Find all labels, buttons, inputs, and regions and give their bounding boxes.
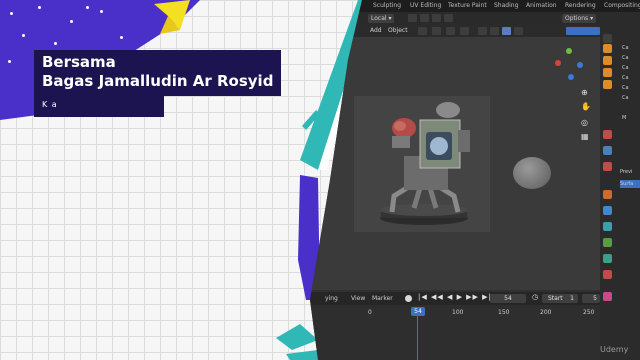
- outliner-row[interactable]: Ca: [622, 74, 640, 82]
- zoom-icon[interactable]: ⊕: [581, 88, 588, 97]
- material-properties-icon[interactable]: [603, 270, 612, 279]
- xray-icon[interactable]: [460, 27, 469, 35]
- preview-panel-label[interactable]: Previ: [620, 168, 640, 176]
- playhead[interactable]: 54: [411, 307, 425, 316]
- surface-panel-label[interactable]: Surfa: [620, 180, 640, 188]
- start-frame-field[interactable]: Start 1: [542, 294, 578, 303]
- playhead-line: [417, 316, 418, 360]
- texture-properties-icon[interactable]: [603, 292, 612, 301]
- end-frame-field[interactable]: 5: [582, 294, 600, 303]
- outliner-filter-icon[interactable]: [603, 34, 612, 43]
- robot-model: [380, 102, 470, 225]
- record-icon[interactable]: [405, 295, 412, 302]
- playback-controls-icons[interactable]: |◀ ◀◀ ◀ ▶ ▶▶ ▶|: [418, 293, 492, 301]
- add-menu[interactable]: Add: [370, 25, 382, 37]
- outliner-row[interactable]: Ca: [622, 64, 640, 72]
- orientation-label: Local: [371, 15, 387, 22]
- outliner-row[interactable]: Ca: [622, 84, 640, 92]
- outliner-row[interactable]: Ca: [622, 54, 640, 62]
- tab-animation[interactable]: Animation: [526, 0, 557, 12]
- mesh-object-icon: [603, 56, 612, 65]
- confetti-dot: [10, 12, 13, 15]
- gizmo-y-axis[interactable]: [566, 48, 572, 54]
- physics-properties-icon[interactable]: [603, 222, 612, 231]
- render-properties-icon[interactable]: [603, 130, 612, 139]
- marker-menu[interactable]: Marker: [372, 293, 393, 304]
- pivot-icon[interactable]: [408, 14, 417, 22]
- options-label: Options: [565, 15, 589, 22]
- gizmo-x-axis[interactable]: [555, 60, 561, 66]
- visibility-icon[interactable]: [418, 27, 427, 35]
- start-value: 1: [570, 295, 574, 302]
- snap-icon[interactable]: [420, 14, 429, 22]
- gizmo-z-axis[interactable]: [577, 62, 583, 68]
- tab-shading[interactable]: Shading: [494, 0, 518, 12]
- outliner-row[interactable]: Ca: [622, 94, 640, 102]
- confetti-dot: [120, 36, 123, 39]
- material-slot-label[interactable]: M: [622, 114, 640, 122]
- confetti-dot: [38, 6, 41, 9]
- tab-sculpting[interactable]: Sculpting: [373, 0, 401, 12]
- options-dropdown[interactable]: Options ▾: [562, 14, 597, 23]
- overlay-icon[interactable]: [446, 27, 455, 35]
- constraint-properties-icon[interactable]: [603, 238, 612, 247]
- shading-solid-icon[interactable]: [490, 27, 499, 35]
- timeline-area[interactable]: [310, 305, 600, 360]
- timeline-tick: 0: [368, 309, 372, 316]
- timeline-tick: 100: [452, 309, 464, 316]
- shading-material-icon[interactable]: [502, 27, 511, 35]
- udemy-watermark: Udemy: [600, 345, 629, 354]
- pan-hand-icon[interactable]: ✋: [581, 102, 591, 111]
- output-properties-icon[interactable]: [603, 146, 612, 155]
- ortho-grid-icon[interactable]: ▦: [581, 132, 589, 141]
- view-menu[interactable]: View: [351, 293, 365, 304]
- video-frame: Bersama Bagas Jamalludin Ar Rosyid K a S…: [0, 0, 640, 360]
- proportional-edit-icon[interactable]: [444, 14, 453, 22]
- confetti-dot: [86, 6, 89, 9]
- title-line-1: Bersama: [42, 53, 116, 71]
- camera-object-icon: [603, 44, 612, 53]
- title-line-2: Bagas Jamalludin Ar Rosyid: [42, 72, 274, 90]
- timeline-tick: 250: [583, 309, 595, 316]
- course-title-box: Bersama Bagas Jamalludin Ar Rosyid: [34, 50, 282, 96]
- data-properties-icon[interactable]: [603, 254, 612, 263]
- render-preview: [354, 96, 490, 232]
- tab-compositing[interactable]: Compositing: [604, 0, 640, 12]
- timeline-tick: 200: [540, 309, 552, 316]
- snap-target-icon[interactable]: [432, 14, 441, 22]
- tab-texture-paint[interactable]: Texture Paint: [448, 0, 487, 12]
- current-frame-field[interactable]: 54: [490, 294, 526, 303]
- mesh-object-icon: [603, 68, 612, 77]
- object-menu[interactable]: Object: [388, 25, 408, 37]
- modifier-properties-icon[interactable]: [603, 206, 612, 215]
- object-properties-icon[interactable]: [603, 190, 612, 199]
- confetti-dot: [70, 20, 73, 23]
- start-label: Start: [548, 295, 563, 302]
- gizmo-z-neg[interactable]: [568, 74, 574, 80]
- subtitle-box: K a: [34, 95, 164, 117]
- tab-rendering[interactable]: Rendering: [565, 0, 596, 12]
- confetti-dot: [100, 10, 103, 13]
- camera-view-icon[interactable]: ◎: [581, 118, 588, 127]
- gizmo-toggle-icon[interactable]: [432, 27, 441, 35]
- shading-rendered-icon[interactable]: [514, 27, 523, 35]
- outliner-row[interactable]: Ca: [622, 44, 640, 52]
- playback-menu[interactable]: ying: [325, 293, 338, 304]
- confetti-dot: [8, 60, 11, 63]
- confetti-dot: [22, 34, 25, 37]
- tool-settings-bar[interactable]: [566, 27, 600, 35]
- megaphone-icon: [154, 0, 190, 34]
- clock-icon: ◷: [532, 293, 539, 301]
- mesh-object-icon: [603, 80, 612, 89]
- transform-orientation-dropdown[interactable]: Local ▾: [368, 14, 395, 23]
- subtitle-text: K a: [42, 100, 58, 109]
- tab-uv-editing[interactable]: UV Editing: [410, 0, 441, 12]
- shading-wireframe-icon[interactable]: [478, 27, 487, 35]
- sphere-object[interactable]: [513, 157, 551, 189]
- confetti-dot: [54, 42, 57, 45]
- timeline-tick: 150: [498, 309, 510, 316]
- scene-properties-icon[interactable]: [603, 162, 612, 171]
